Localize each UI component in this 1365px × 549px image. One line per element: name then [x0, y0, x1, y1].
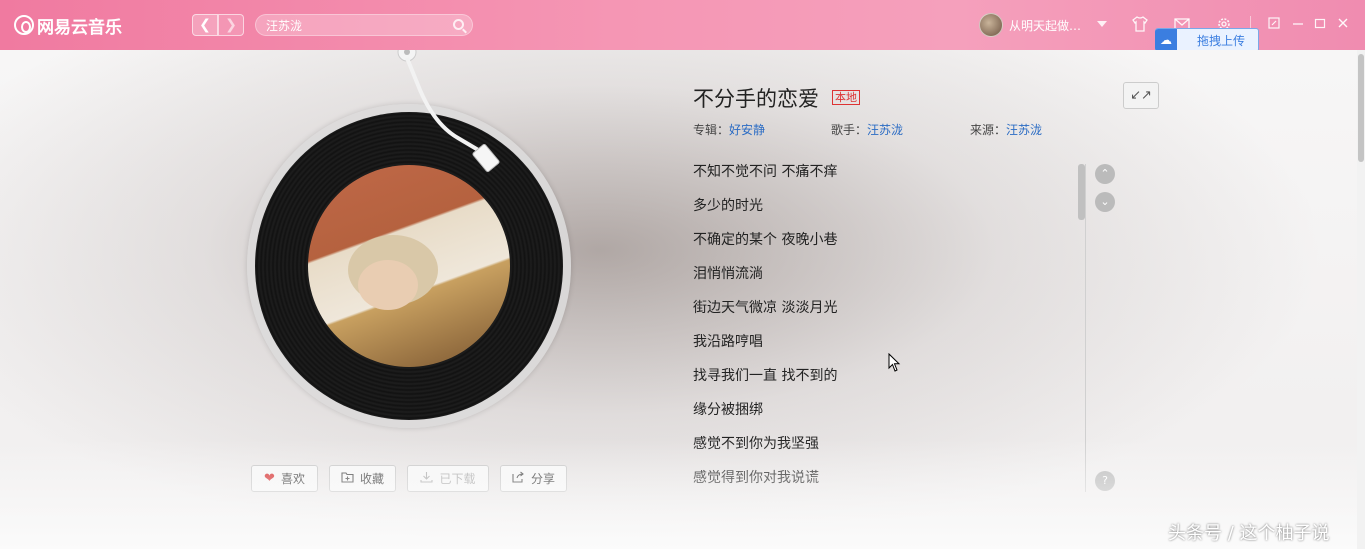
album-label: 专辑： [693, 123, 730, 137]
share-icon [512, 471, 525, 487]
shrink-arrows-icon: ↙↗ [1130, 88, 1152, 103]
artist-link[interactable]: 汪苏泷 [867, 123, 903, 137]
source-info: 来源：汪苏泷 [970, 121, 1042, 138]
search-input[interactable] [266, 17, 446, 33]
cloud-upload-icon: ☁ [1155, 29, 1177, 51]
downloaded-button[interactable]: 已下载 [407, 465, 489, 492]
downloaded-label: 已下载 [439, 472, 476, 486]
search-icon[interactable] [453, 19, 464, 30]
lyric-line: 泪悄悄流淌 [693, 266, 763, 282]
lyric-line: 不确定的某个 夜晚小巷 [693, 232, 838, 248]
mouse-cursor-icon [888, 353, 901, 372]
lyric-line: 不知不觉不问 不痛不痒 [693, 164, 838, 180]
watermark-text: 头条号 / 这个柚子说 [1168, 523, 1330, 544]
like-button[interactable]: ❤ 喜欢 [251, 465, 318, 492]
lyric-line: 街边天气微凉 淡淡月光 [693, 300, 838, 316]
skin-tshirt-icon[interactable] [1130, 15, 1150, 35]
lyrics-scroll-track[interactable] [1085, 164, 1086, 492]
source-label: 来源： [970, 123, 1007, 137]
lyrics-panel: 不知不觉不问 不痛不痒 多少的时光 不确定的某个 夜晚小巷 泪悄悄流淌 街边天气… [693, 162, 1073, 502]
lyrics-later-icon[interactable]: ⌄ [1095, 192, 1115, 212]
artist-label: 歌手： [831, 123, 868, 137]
help-icon[interactable]: ? [1095, 471, 1115, 491]
minimize-icon[interactable] [1288, 15, 1308, 35]
source-link[interactable]: 汪苏泷 [1006, 123, 1042, 137]
song-title: 不分手的恋爱 [693, 87, 819, 111]
lyric-line: 感觉得到你对我说谎 [693, 470, 819, 486]
lyric-line: 我沿路哼唱 [693, 334, 763, 350]
share-label: 分享 [530, 472, 555, 486]
netease-music-icon [14, 15, 34, 35]
player-detail-panel: ❤ 喜欢 收藏 已下载 分享 不分手的恋爱 本地 ↙↗ 专辑：好安静 歌手：汪苏… [0, 50, 1365, 549]
heart-icon: ❤ [264, 471, 275, 486]
close-icon[interactable] [1333, 15, 1353, 35]
tonearm [397, 50, 500, 173]
artist-info: 歌手：汪苏泷 [831, 121, 903, 138]
folder-plus-icon [341, 471, 354, 487]
share-button[interactable]: 分享 [500, 465, 567, 492]
lyric-line: 多少的时光 [693, 198, 763, 214]
collapse-button[interactable]: ↙↗ [1123, 82, 1159, 109]
forward-button[interactable]: ❯ [218, 14, 244, 36]
search-box[interactable] [255, 14, 473, 36]
app-logo[interactable]: 网易云音乐 [14, 13, 122, 38]
collect-button[interactable]: 收藏 [329, 465, 396, 492]
lyrics-earlier-icon[interactable]: ⌃ [1095, 164, 1115, 184]
cover-face [358, 260, 418, 310]
back-button[interactable]: ❮ [192, 14, 218, 36]
lyrics-scroll-thumb[interactable] [1078, 164, 1085, 220]
collect-label: 收藏 [359, 472, 384, 486]
user-avatar[interactable] [979, 13, 1003, 37]
lyric-line: 缘分被捆绑 [693, 402, 763, 418]
drag-upload-tooltip[interactable]: ☁ 拖拽上传 [1155, 28, 1259, 52]
local-badge: 本地 [832, 90, 860, 105]
maximize-icon[interactable] [1310, 15, 1330, 35]
mini-mode-icon[interactable] [1264, 15, 1284, 35]
page-scroll-thumb[interactable] [1358, 54, 1364, 162]
album-link[interactable]: 好安静 [729, 123, 765, 137]
lyric-line: 感觉不到你为我坚强 [693, 436, 819, 452]
app-name: 网易云音乐 [37, 17, 122, 38]
upload-tip-label: 拖拽上传 [1197, 33, 1246, 48]
chevron-left-icon: ❮ [199, 17, 211, 33]
chevron-right-icon: ❯ [225, 17, 237, 33]
like-label: 喜欢 [280, 472, 305, 486]
user-menu-caret-icon[interactable] [1097, 21, 1107, 27]
username[interactable]: 从明天起做… [1009, 17, 1081, 34]
album-info: 专辑：好安静 [693, 121, 765, 138]
download-icon [420, 471, 434, 487]
lyric-line: 找寻我们一直 找不到的 [693, 368, 838, 384]
